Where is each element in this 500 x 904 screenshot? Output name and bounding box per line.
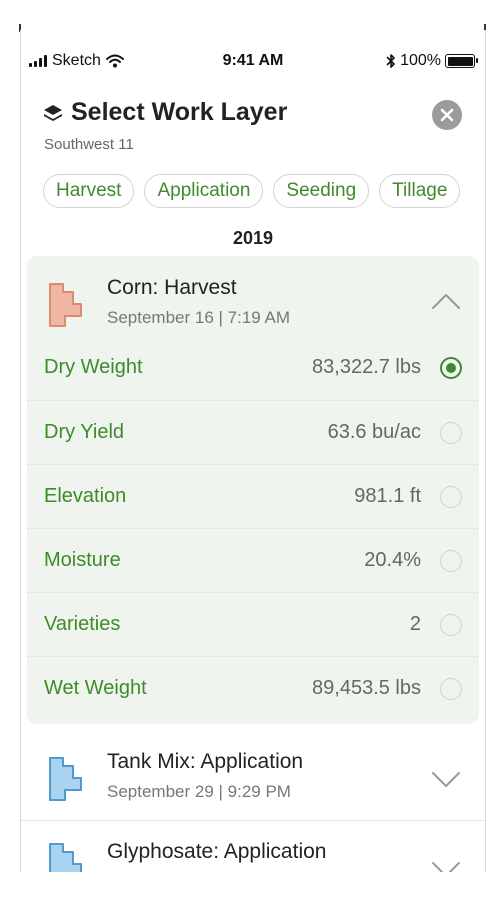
metric-row-moisture[interactable]: Moisture 20.4% — [27, 528, 479, 592]
layer-row-glyphosate-application[interactable]: Glyphosate: Application — [21, 822, 485, 872]
metric-radio[interactable] — [440, 486, 462, 508]
metric-value: 89,453.5 lbs — [312, 677, 421, 699]
metric-value: 83,322.7 lbs — [312, 356, 421, 378]
layer-row-tank-mix-application[interactable]: Tank Mix: Application September 29 | 9:2… — [21, 734, 485, 824]
metric-label: Moisture — [44, 549, 121, 571]
filter-chip-tillage[interactable]: Tillage — [379, 174, 461, 208]
filter-chips: Harvest Application Seeding Tillage — [43, 174, 461, 208]
metric-value: 981.1 ft — [354, 485, 421, 507]
metric-label: Varieties — [44, 613, 121, 635]
field-boundary-icon — [49, 757, 82, 801]
metric-radio[interactable] — [440, 357, 462, 379]
metric-label: Dry Yield — [44, 421, 125, 443]
battery-percent: 100% — [400, 52, 441, 69]
metric-row-dry-yield[interactable]: Dry Yield 63.6 bu/ac — [27, 400, 479, 464]
field-name: Southwest 11 — [44, 136, 134, 153]
filter-chip-application[interactable]: Application — [144, 174, 264, 208]
layer-title: Glyphosate: Application — [107, 840, 327, 863]
layer-title: Tank Mix: Application — [107, 750, 304, 773]
metric-radio[interactable] — [440, 614, 462, 636]
layer-header-corn-harvest[interactable]: Corn: Harvest September 16 | 7:19 AM — [27, 256, 479, 336]
page-title: Select Work Layer — [71, 98, 288, 126]
metric-row-varieties[interactable]: Varieties 2 — [27, 592, 479, 656]
metric-label: Wet Weight — [44, 677, 147, 699]
bluetooth-icon — [386, 54, 395, 68]
chevron-up-icon[interactable] — [431, 292, 461, 310]
chevron-down-icon[interactable] — [431, 860, 461, 872]
chevron-down-icon[interactable] — [431, 770, 461, 788]
metric-row-wet-weight[interactable]: Wet Weight 89,453.5 lbs — [27, 656, 479, 720]
status-bar: Sketch 9:41 AM 100% — [21, 50, 485, 72]
layer-card-expanded: Corn: Harvest September 16 | 7:19 AM Dry… — [27, 256, 479, 724]
metric-value: 63.6 bu/ac — [327, 421, 421, 443]
metric-row-dry-weight[interactable]: Dry Weight 83,322.7 lbs — [27, 336, 479, 400]
metric-radio[interactable] — [440, 678, 462, 700]
metric-row-elevation[interactable]: Elevation 981.1 ft — [27, 464, 479, 528]
metric-label: Elevation — [44, 485, 127, 507]
filter-chip-seeding[interactable]: Seeding — [273, 174, 370, 208]
row-divider — [21, 820, 485, 821]
metric-radio[interactable] — [440, 550, 462, 572]
layer-date: September 29 | 9:29 PM — [107, 782, 291, 801]
layers-icon — [44, 104, 62, 121]
close-icon — [440, 108, 454, 122]
filter-chip-harvest[interactable]: Harvest — [43, 174, 135, 208]
app-screen: Sketch 9:41 AM 100% Select Work Layer So… — [21, 30, 485, 872]
year-heading: 2019 — [232, 228, 274, 248]
field-boundary-icon — [49, 843, 82, 872]
metric-label: Dry Weight — [44, 356, 143, 378]
close-button[interactable] — [432, 100, 462, 130]
metric-value: 2 — [409, 613, 421, 635]
field-boundary-icon — [49, 283, 82, 327]
layer-date: September 16 | 7:19 AM — [107, 308, 291, 327]
metric-value: 20.4% — [364, 549, 421, 571]
layer-title: Corn: Harvest — [107, 276, 237, 299]
battery-icon — [445, 54, 478, 68]
metric-radio[interactable] — [440, 422, 462, 444]
